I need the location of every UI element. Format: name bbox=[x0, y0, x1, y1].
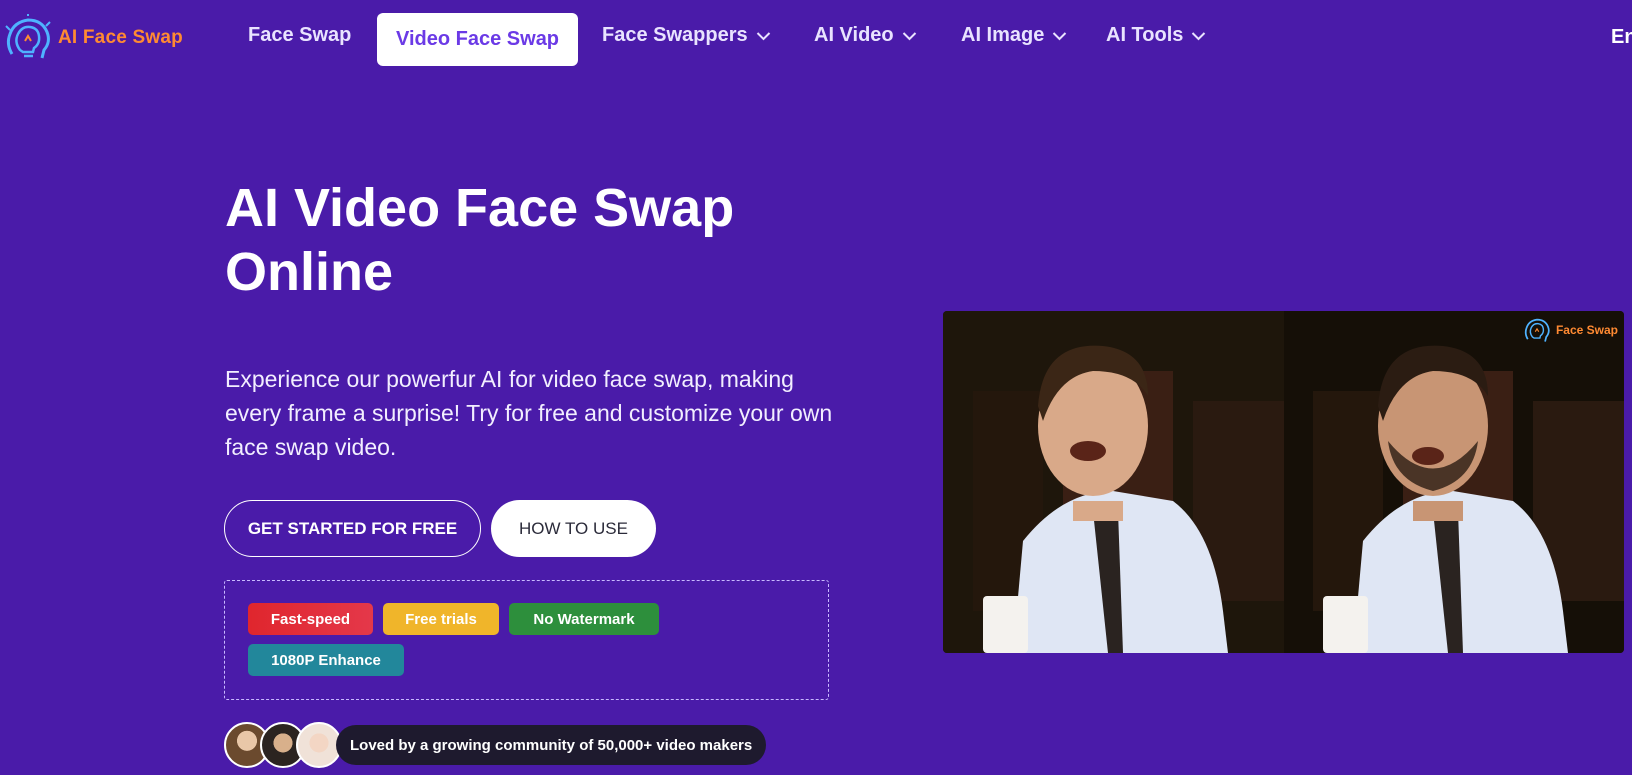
brand-logo[interactable]: AI Face Swap bbox=[2, 14, 183, 62]
language-selector[interactable]: En bbox=[1611, 26, 1632, 49]
chevron-down-icon bbox=[756, 31, 770, 40]
face-swap-preview-image bbox=[943, 311, 1624, 653]
nav-ai-image[interactable]: AI Image bbox=[961, 24, 1067, 47]
brand-name: AI Face Swap bbox=[58, 27, 183, 48]
nav-ai-image-label: AI Image bbox=[961, 24, 1045, 46]
tag-free-trials: Free trials bbox=[383, 603, 499, 635]
community-text: Loved by a growing community of 50,000+ … bbox=[336, 725, 767, 765]
preview-watermark: Face Swap bbox=[1522, 315, 1618, 345]
video-preview[interactable]: Face Swap bbox=[943, 311, 1624, 653]
nav-video-face-swap[interactable]: Video Face Swap bbox=[377, 13, 579, 66]
hero-description: Experience our powerfur AI for video fac… bbox=[225, 366, 833, 460]
tag-no-watermark: No Watermark bbox=[509, 603, 659, 635]
nav-ai-tools[interactable]: AI Tools bbox=[1106, 24, 1206, 47]
how-to-use-button[interactable]: HOW TO USE bbox=[491, 500, 656, 557]
top-navigation: AI Face Swap Face Swap Video Face Swap F… bbox=[0, 0, 1632, 80]
chevron-down-icon bbox=[902, 31, 916, 40]
nav-face-swap[interactable]: Face Swap bbox=[248, 24, 351, 47]
page-title: AI Video Face Swap Online bbox=[225, 178, 735, 302]
nav-face-swappers-label: Face Swappers bbox=[602, 24, 748, 46]
nav-video-face-swap-label: Video Face Swap bbox=[396, 28, 560, 50]
feature-tags-box: Fast-speed Free trials No Watermark 1080… bbox=[224, 580, 829, 700]
watermark-text: Face Swap bbox=[1555, 323, 1618, 337]
tag-1080p-enhance: 1080P Enhance bbox=[248, 644, 404, 676]
chevron-down-icon bbox=[1192, 31, 1206, 40]
nav-ai-tools-label: AI Tools bbox=[1106, 24, 1184, 46]
nav-face-swappers[interactable]: Face Swappers bbox=[602, 24, 771, 47]
get-started-button[interactable]: GET STARTED FOR FREE bbox=[224, 500, 481, 557]
nav-ai-video-label: AI Video bbox=[814, 24, 894, 46]
lightbulb-head-icon bbox=[1524, 318, 1550, 342]
tag-fast-speed: Fast-speed bbox=[248, 603, 373, 635]
chevron-down-icon bbox=[1053, 31, 1067, 40]
lightbulb-head-icon bbox=[5, 14, 51, 59]
nav-ai-video[interactable]: AI Video bbox=[814, 24, 917, 47]
community-badge: Loved by a growing community of 50,000+ … bbox=[224, 722, 767, 768]
nav-face-swap-label: Face Swap bbox=[248, 24, 352, 46]
